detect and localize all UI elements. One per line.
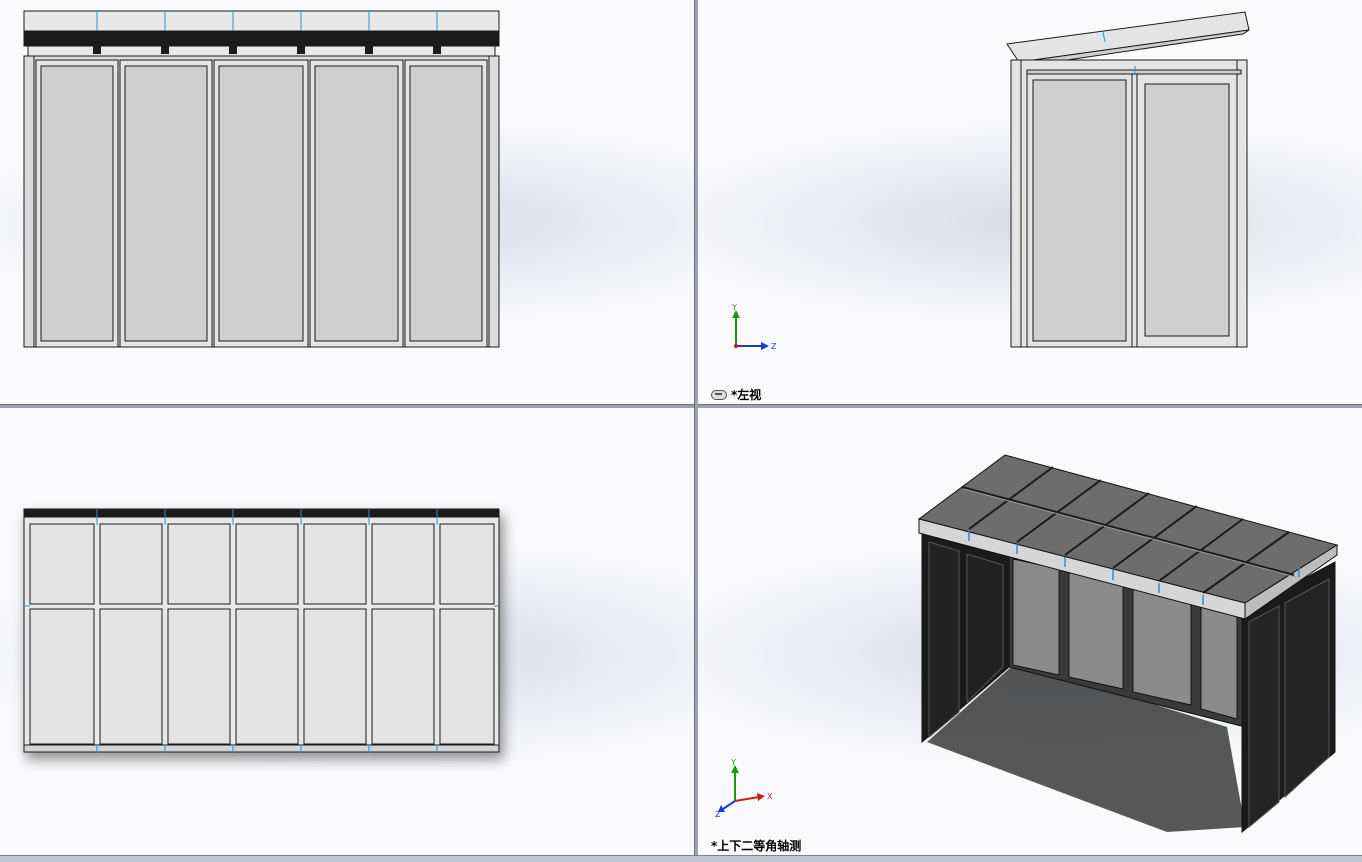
vertical-splitter[interactable] [694,0,698,855]
triad-z-label-dimetric: Z [715,810,721,817]
viewport-dimetric[interactable]: Y X Z *上下二等角轴测 [697,407,1362,855]
triad-x-label-dimetric: X [767,792,773,801]
triad-z-label: Z [771,342,777,351]
triad-y-label: Y [731,303,737,312]
coordinate-triad-dimetric: Y X Z [715,757,785,817]
coordinate-triad: Y Z [727,300,797,360]
top-view-model [23,508,504,760]
triad-y-label-dimetric: Y [730,758,736,767]
viewport-front[interactable] [0,0,694,404]
view-label-dimetric: *上下二等角轴测 [711,837,801,854]
horizontal-splitter[interactable] [0,404,1362,408]
viewport-left[interactable]: Y Z *左视 [697,0,1362,404]
view-label-dimetric-text: *上下二等角轴测 [711,839,802,853]
viewport-top[interactable] [0,407,694,855]
view-label-left-text: *左视 [731,388,762,402]
view-label-left: *左视 [711,386,761,403]
front-view-model [23,10,500,348]
dimetric-view-model [917,454,1339,834]
link-icon [711,389,727,400]
